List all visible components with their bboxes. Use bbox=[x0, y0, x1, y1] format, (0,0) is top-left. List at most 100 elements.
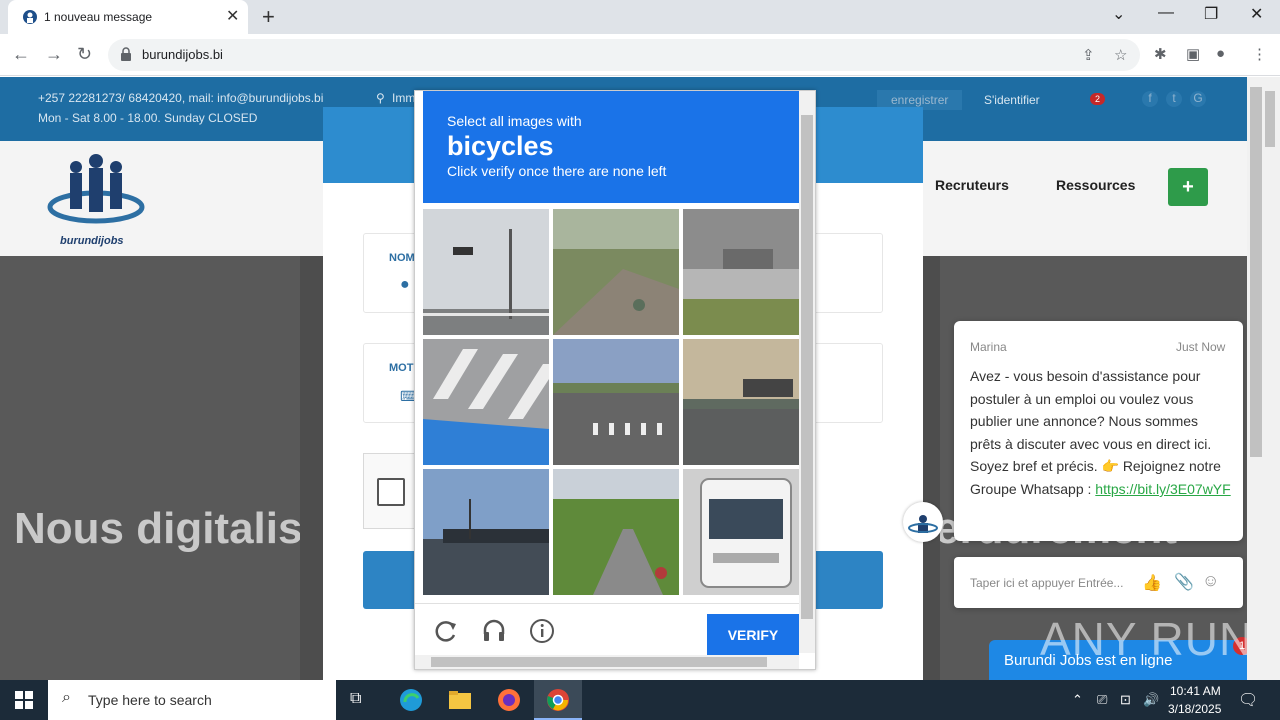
nav-recruteurs[interactable]: Recruteurs bbox=[935, 177, 1009, 193]
captcha-tile[interactable] bbox=[423, 209, 549, 335]
network-icon[interactable]: ⊡ bbox=[1120, 692, 1131, 708]
menu-kebab-icon[interactable]: ⋮ bbox=[1252, 45, 1267, 63]
captcha-hint: Click verify once there are none left bbox=[447, 163, 667, 179]
bookmark-star-icon[interactable]: ☆ bbox=[1114, 46, 1127, 64]
name-label: NOM bbox=[389, 252, 415, 264]
add-button[interactable]: + bbox=[1168, 168, 1208, 206]
page-scrollbar-thumb[interactable] bbox=[1250, 87, 1262, 457]
opening-hours: Mon - Sat 8.00 - 18.00. Sunday CLOSED bbox=[38, 111, 258, 125]
site-favicon-icon bbox=[23, 10, 37, 24]
page-scrollbar[interactable] bbox=[1247, 77, 1280, 680]
tab-close-icon[interactable]: ✕ bbox=[226, 6, 239, 26]
notification-badge[interactable]: 2 bbox=[1090, 93, 1106, 105]
captcha-tile[interactable] bbox=[423, 469, 549, 595]
profile-icon[interactable]: ● bbox=[1216, 45, 1225, 62]
audio-challenge-icon[interactable] bbox=[481, 618, 507, 644]
captcha-footer: VERIFY bbox=[415, 603, 799, 656]
captcha-horizontal-scrollbar[interactable] bbox=[415, 655, 799, 669]
tab-search-chevron-icon[interactable]: ⌄ bbox=[1112, 4, 1125, 24]
captcha-keyword: bicycles bbox=[447, 131, 554, 161]
captcha-tile[interactable] bbox=[553, 339, 679, 465]
scrollbar-thumb[interactable] bbox=[801, 115, 813, 619]
reload-challenge-icon[interactable] bbox=[433, 618, 459, 644]
tray-device-icon[interactable]: ⎚ bbox=[1097, 692, 1107, 708]
hero-heading: Nous digitalis bbox=[14, 504, 303, 553]
share-icon[interactable]: ⇪ bbox=[1082, 46, 1095, 64]
tab-title: 1 nouveau message bbox=[44, 10, 153, 24]
taskbar-search-placeholder: Type here to search bbox=[88, 692, 212, 708]
tab-strip: 1 nouveau message ✕ + ⌄ — ❐ ✕ bbox=[0, 0, 1280, 34]
back-icon[interactable]: ← bbox=[12, 44, 30, 65]
address-bar[interactable]: burundijobs.bi ⇪ ☆ bbox=[108, 39, 1140, 71]
windows-taskbar: ⌕ Type here to search ⧉ ⌃ ⎚ ⊡ 🔊 10:41 AM… bbox=[0, 680, 1280, 720]
captcha-tile[interactable] bbox=[553, 209, 679, 335]
edge-icon[interactable] bbox=[399, 688, 423, 712]
chat-agent-avatar bbox=[903, 502, 943, 542]
nav-ressources[interactable]: Ressources bbox=[1056, 177, 1135, 193]
chat-message-body: Avez - vous besoin d'assistance pour pos… bbox=[970, 368, 1221, 497]
twitter-icon[interactable]: t bbox=[1166, 91, 1182, 107]
reload-icon[interactable]: ↻ bbox=[77, 44, 92, 65]
minimize-icon[interactable]: — bbox=[1158, 4, 1174, 22]
login-link[interactable]: S'identifier bbox=[984, 93, 1040, 107]
agent-logo-icon bbox=[908, 515, 938, 533]
address-pin-icon: ⚲ bbox=[376, 91, 385, 105]
side-panel-icon[interactable]: ▣ bbox=[1186, 45, 1200, 63]
chrome-icon bbox=[547, 689, 569, 711]
chat-whatsapp-link[interactable]: https://bit.ly/3E07wYF bbox=[1095, 481, 1230, 497]
address-text: Imm bbox=[392, 91, 416, 105]
captcha-tile[interactable] bbox=[683, 469, 809, 595]
notification-center-icon[interactable]: 🗨 bbox=[1238, 690, 1258, 710]
google-icon[interactable]: G bbox=[1190, 91, 1206, 107]
volume-icon[interactable]: 🔊 bbox=[1143, 692, 1159, 708]
tray-chevron-icon[interactable]: ⌃ bbox=[1072, 692, 1083, 708]
site-logo[interactable] bbox=[46, 147, 146, 237]
clock-date[interactable]: 3/18/2025 bbox=[1168, 702, 1221, 716]
captcha-challenge: Select all images with bicycles Click ve… bbox=[414, 90, 816, 670]
lock-icon bbox=[121, 47, 131, 61]
clock-time[interactable]: 10:41 AM bbox=[1170, 684, 1221, 698]
browser-toolbar: ← → ↻ burundijobs.bi ⇪ ☆ ✱ ▣ ● ⋮ bbox=[0, 34, 1280, 76]
windows-start-icon[interactable] bbox=[15, 691, 33, 709]
captcha-tile[interactable] bbox=[683, 339, 809, 465]
chat-message-text: Avez - vous besoin d'assistance pour pos… bbox=[970, 365, 1232, 501]
anyrun-watermark: ANY RUN bbox=[1040, 613, 1254, 665]
info-icon[interactable] bbox=[529, 618, 555, 644]
emoji-icon[interactable]: ☺ bbox=[1202, 571, 1219, 591]
password-label: MOT bbox=[389, 362, 414, 374]
search-icon: ⌕ bbox=[62, 689, 71, 706]
verify-button[interactable]: VERIFY bbox=[707, 614, 799, 656]
browser-tab[interactable]: 1 nouveau message ✕ bbox=[8, 0, 248, 34]
captcha-header: Select all images with bicycles Click ve… bbox=[423, 91, 799, 203]
restore-icon[interactable]: ❐ bbox=[1204, 4, 1218, 24]
new-tab-button[interactable]: + bbox=[262, 4, 275, 30]
attachment-icon[interactable]: 📎 bbox=[1174, 572, 1194, 592]
taskbar-chrome-active[interactable] bbox=[534, 680, 582, 720]
window-close-icon[interactable]: ✕ bbox=[1250, 4, 1263, 24]
recaptcha-checkbox[interactable] bbox=[377, 478, 405, 506]
contact-info: +257 22281273/ 68420420, mail: info@buru… bbox=[38, 91, 324, 105]
forward-icon[interactable]: → bbox=[45, 44, 63, 65]
chat-input-placeholder: Taper ici et appuyer Entrée... bbox=[970, 576, 1124, 590]
firefox-icon[interactable] bbox=[497, 688, 521, 712]
captcha-tile[interactable] bbox=[683, 209, 809, 335]
taskbar-search[interactable]: ⌕ Type here to search bbox=[48, 680, 336, 720]
extensions-icon[interactable]: ✱ bbox=[1154, 45, 1167, 63]
captcha-instruction: Select all images with bbox=[447, 113, 582, 129]
facebook-icon[interactable]: f bbox=[1142, 91, 1158, 107]
url-text: burundijobs.bi bbox=[142, 47, 223, 62]
task-view-icon[interactable]: ⧉ bbox=[350, 690, 361, 708]
logo-text: burundijobs bbox=[60, 235, 124, 247]
chat-agent-name: Marina bbox=[970, 340, 1007, 354]
thumbs-up-icon[interactable]: 👍 bbox=[1142, 573, 1162, 593]
chat-timestamp: Just Now bbox=[1176, 340, 1226, 354]
page-scrollbar-thumb-alt[interactable] bbox=[1265, 91, 1275, 147]
file-explorer-icon[interactable] bbox=[448, 688, 472, 712]
chat-input-box[interactable]: Taper ici et appuyer Entrée... 👍 📎 ☺ bbox=[954, 557, 1243, 608]
user-icon: ● bbox=[400, 276, 410, 293]
chat-message-bubble: Marina Just Now Avez - vous besoin d'ass… bbox=[954, 321, 1243, 541]
captcha-vertical-scrollbar[interactable] bbox=[799, 91, 815, 653]
captcha-tile[interactable] bbox=[553, 469, 679, 595]
scrollbar-thumb[interactable] bbox=[431, 657, 767, 667]
captcha-tile[interactable] bbox=[423, 339, 549, 465]
